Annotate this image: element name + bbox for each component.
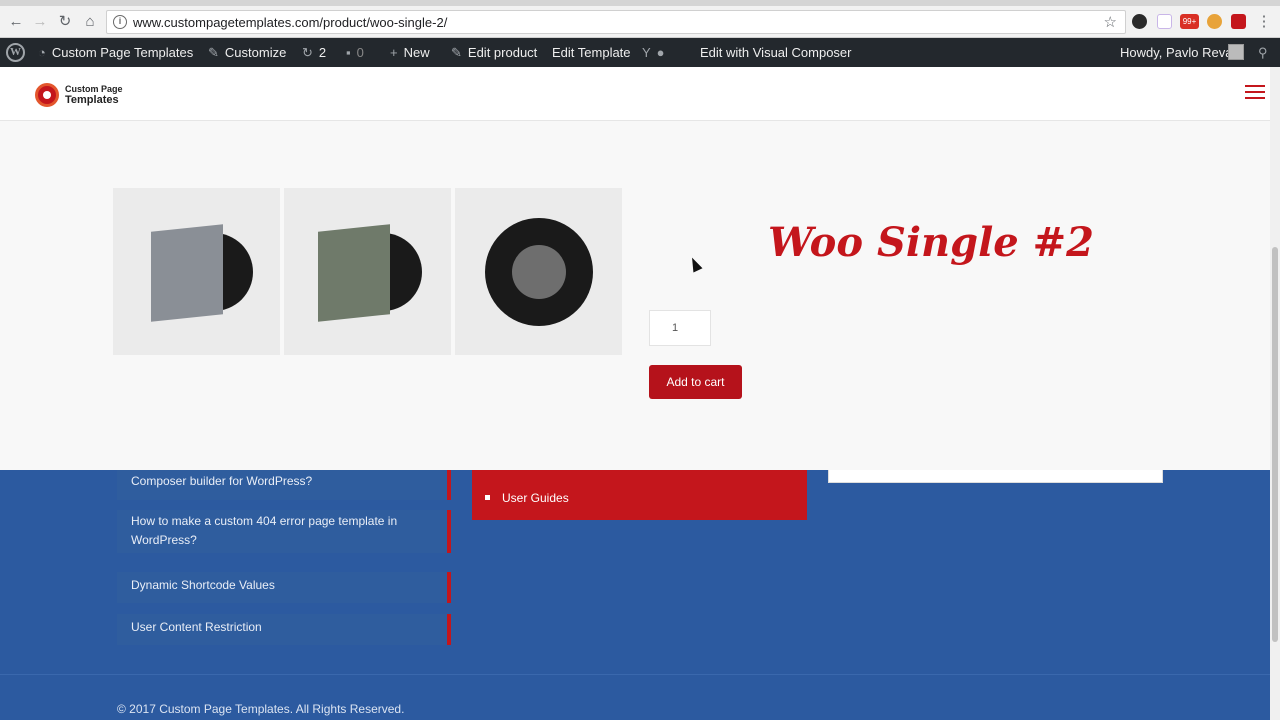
site-name-label: Custom Page Templates: [51, 45, 194, 60]
logo-icon[interactable]: [35, 83, 59, 107]
admin-search-icon[interactable]: ⚲: [1258, 38, 1268, 67]
extension-badge-icon[interactable]: 99+: [1180, 14, 1199, 29]
quantity-input[interactable]: 1: [649, 310, 711, 346]
extension-red-icon[interactable]: [1231, 14, 1246, 29]
add-to-cart-button[interactable]: Add to cart: [649, 365, 742, 399]
product-image-1[interactable]: [113, 188, 280, 355]
admin-site-name[interactable]: ◔ Custom Page Templates: [38, 38, 193, 67]
admin-edit-template[interactable]: Edit Template: [552, 38, 631, 67]
avatar[interactable]: [1228, 44, 1244, 60]
logo-text-line1[interactable]: Custom Page: [65, 84, 123, 94]
user-guides-link[interactable]: User Guides: [502, 491, 569, 505]
logo-inner-dot: [43, 91, 51, 99]
mouse-cursor-icon: [687, 255, 703, 273]
list-item[interactable]: How to make a custom 404 error page temp…: [117, 510, 451, 553]
record-label: [512, 245, 566, 299]
home-icon[interactable]: ⌂: [81, 13, 99, 31]
hamburger-menu-icon[interactable]: [1245, 85, 1265, 101]
forward-icon[interactable]: →: [31, 13, 49, 31]
dashboard-icon: ◔: [38, 45, 46, 60]
admin-howdy[interactable]: Howdy, Pavlo Reva: [1120, 38, 1232, 67]
admin-edit-visual-composer[interactable]: Edit with Visual Composer: [700, 38, 852, 67]
updates-icon: ↻: [302, 45, 313, 60]
comment-icon: ▪: [346, 45, 351, 60]
wp-admin-bar: W ◔ Custom Page Templates ✎ Customize ↻ 2 ▪…: [0, 38, 1280, 67]
browser-menu-icon[interactable]: ⋮: [1255, 13, 1273, 31]
wordpress-logo-icon[interactable]: W: [6, 43, 25, 62]
browser-toolbar: ← → ↻ ⌂ i www.custompagetemplates.com/pr…: [0, 6, 1280, 38]
copyright-text: © 2017 Custom Page Templates. All Rights…: [117, 702, 405, 716]
pencil-icon: ✎: [451, 45, 462, 60]
admin-updates[interactable]: ↻ 2: [302, 38, 326, 67]
brush-icon: ✎: [208, 45, 219, 60]
page-scrollbar[interactable]: [1270, 67, 1280, 720]
bullet-icon: [485, 495, 490, 500]
edit-product-label: Edit product: [467, 45, 538, 60]
admin-new[interactable]: + New: [390, 38, 430, 67]
scrollbar-thumb[interactable]: [1272, 247, 1278, 642]
album-sleeve-image: [151, 224, 223, 322]
address-bar[interactable]: i www.custompagetemplates.com/product/wo…: [106, 10, 1126, 34]
seo-status-dot-icon: ●: [656, 45, 665, 60]
extension-pen-icon[interactable]: [1157, 14, 1172, 29]
product-image-2[interactable]: [284, 188, 451, 355]
admin-seo[interactable]: Y ●: [642, 38, 671, 67]
back-icon[interactable]: ←: [7, 13, 25, 31]
admin-customize[interactable]: ✎ Customize: [208, 38, 286, 67]
footer-divider: [0, 674, 1270, 675]
extension-camera-icon[interactable]: [1132, 14, 1147, 29]
plus-icon: +: [390, 45, 398, 60]
comments-count: 0: [356, 45, 364, 60]
list-item[interactable]: Composer builder for WordPress?: [117, 470, 451, 500]
new-label: New: [403, 45, 430, 60]
product-section: Woo Single #2 1 Add to cart: [0, 121, 1270, 470]
product-image-3[interactable]: [455, 188, 622, 355]
reload-icon[interactable]: ↻: [56, 13, 74, 31]
album-sleeve-image: [318, 224, 390, 322]
url-text[interactable]: www.custompagetemplates.com/product/woo-…: [133, 15, 447, 30]
list-item[interactable]: User Content Restriction: [117, 614, 451, 645]
yoast-icon: Y: [642, 45, 651, 60]
vinyl-record-image: [485, 218, 593, 326]
logo-text-line2[interactable]: Templates: [65, 94, 119, 106]
product-title: Woo Single #2: [768, 219, 1094, 266]
admin-edit-product[interactable]: ✎ Edit product: [451, 38, 537, 67]
list-item[interactable]: Dynamic Shortcode Values: [117, 572, 451, 603]
admin-comments[interactable]: ▪ 0: [346, 38, 364, 67]
updates-count: 2: [318, 45, 327, 60]
site-header: Custom Page Templates: [0, 67, 1270, 121]
footer-widget-box: [828, 470, 1163, 483]
extension-fruit-icon[interactable]: [1207, 14, 1222, 29]
customize-label: Customize: [224, 45, 287, 60]
info-icon[interactable]: i: [113, 15, 127, 29]
bookmark-star-icon[interactable]: ☆: [1104, 13, 1117, 31]
